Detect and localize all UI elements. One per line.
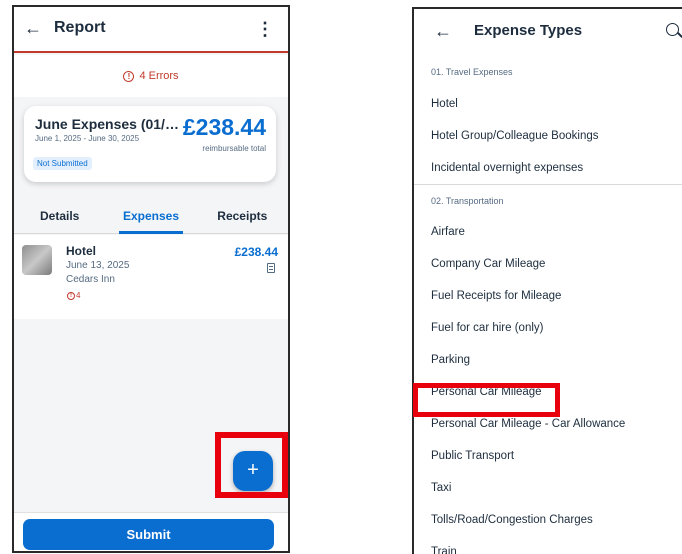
report-amount: £238.44 (182, 114, 266, 140)
list-item[interactable]: Company Car Mileage (414, 248, 682, 280)
highlight-box-add-button (215, 432, 288, 498)
report-summary-card[interactable]: June Expenses (01/06/2025) June 1, 2025 … (24, 106, 276, 182)
receipt-icon (267, 263, 275, 273)
page-title: Expense Types (474, 22, 583, 39)
expense-vendor: Cedars Inn (66, 274, 115, 285)
expense-list-item[interactable]: Hotel June 13, 2025 Cedars Inn ! 4 £238.… (14, 235, 288, 319)
tab-details[interactable]: Details (14, 198, 105, 233)
report-tabs: Details Expenses Receipts (14, 198, 288, 234)
kebab-menu-icon[interactable]: ⋮ (256, 19, 274, 40)
page-title: Report (54, 19, 106, 36)
group-header-travel: 01. Travel Expenses (431, 67, 513, 77)
list-item[interactable]: Public Transport (414, 440, 682, 472)
list-item[interactable]: Hotel (414, 88, 682, 120)
tab-expenses[interactable]: Expenses (105, 198, 196, 234)
list-item[interactable]: Airfare (414, 216, 682, 248)
expense-error-count: 4 (76, 291, 81, 300)
expense-name: Hotel (66, 244, 96, 258)
submit-button[interactable]: Submit (23, 519, 274, 550)
errors-banner[interactable]: ! 4 Errors (14, 55, 288, 97)
list-item[interactable]: Hotel Group/Colleague Bookings (414, 120, 682, 152)
expense-amount: £238.44 (234, 245, 278, 259)
report-date-range: June 1, 2025 - June 30, 2025 (35, 134, 140, 143)
amount-label: reimbursable total (202, 144, 266, 153)
back-arrow-icon[interactable]: ← (434, 22, 452, 40)
tab-receipts[interactable]: Receipts (197, 198, 288, 233)
error-icon: ! (123, 70, 135, 82)
list-item[interactable]: Train (414, 536, 682, 554)
bottom-action-bar: Submit (14, 512, 288, 551)
list-item[interactable]: Tolls/Road/Congestion Charges (414, 504, 682, 536)
back-arrow-icon[interactable]: ← (24, 19, 42, 37)
expense-error-badge: ! 4 (67, 291, 80, 300)
expense-types-screen: ← Expense Types 01. Travel Expenses Hote… (412, 7, 682, 554)
error-icon: ! (67, 291, 75, 300)
list-item[interactable]: Taxi (414, 472, 682, 504)
report-header: ← Report ⋮ (14, 7, 288, 53)
list-item[interactable]: Fuel for car hire (only) (414, 312, 682, 344)
group-header-transportation: 02. Transportation (414, 184, 682, 216)
report-name: June Expenses (01/06/2025) (35, 116, 179, 132)
list-item[interactable]: Parking (414, 344, 682, 376)
search-icon[interactable] (666, 23, 679, 36)
list-item[interactable]: Incidental overnight expenses (414, 152, 682, 184)
errors-label: 4 Errors (139, 70, 179, 82)
expense-date: June 13, 2025 (66, 260, 130, 271)
status-badge: Not Submitted (33, 157, 92, 170)
receipt-thumbnail (22, 245, 52, 275)
list-item[interactable]: Fuel Receipts for Mileage (414, 280, 682, 312)
expense-type-list: 01. Travel Expenses Hotel Hotel Group/Co… (414, 56, 682, 554)
highlight-box-personal-car-mileage (413, 383, 560, 417)
